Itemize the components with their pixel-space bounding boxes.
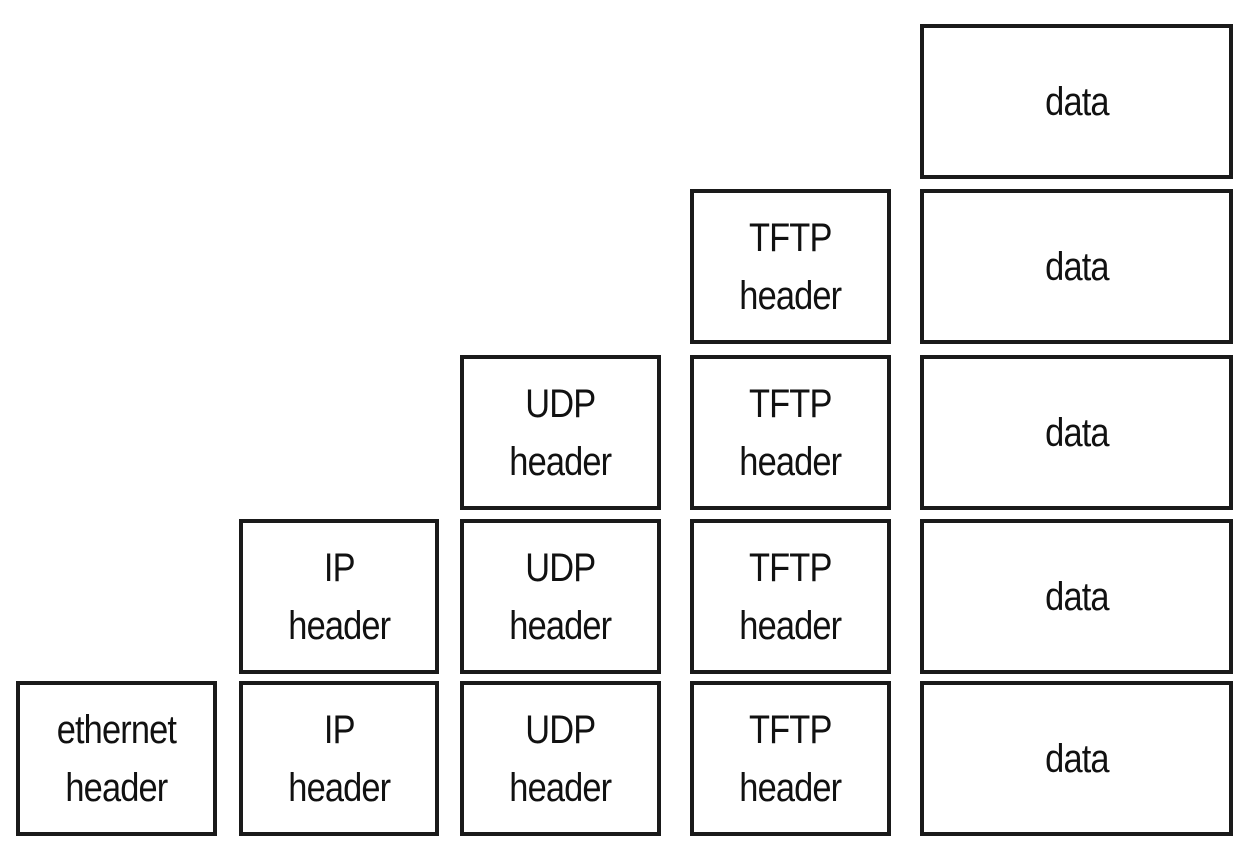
udp-header-label: UDP header — [509, 381, 613, 484]
udp-header-block: UDP header — [460, 355, 661, 510]
tftp-header-label: TFTP header — [739, 545, 843, 648]
encapsulation-diagram: data TFTP header data UDP header TFTP he… — [0, 0, 1257, 849]
data-block: data — [920, 355, 1233, 510]
data-label: data — [1044, 244, 1109, 289]
udp-header-label: UDP header — [509, 545, 613, 648]
udp-header-block: UDP header — [460, 681, 661, 836]
tftp-header-block: TFTP header — [690, 355, 891, 510]
tftp-header-label: TFTP header — [739, 381, 843, 484]
ip-header-label: IP header — [288, 707, 391, 810]
tftp-header-label: TFTP header — [739, 707, 843, 810]
ip-header-block: IP header — [239, 519, 439, 674]
data-label: data — [1044, 574, 1109, 619]
data-block: data — [920, 681, 1233, 836]
ip-header-block: IP header — [239, 681, 439, 836]
tftp-header-block: TFTP header — [690, 189, 891, 344]
tftp-header-label: TFTP header — [739, 215, 843, 318]
data-block: data — [920, 189, 1233, 344]
data-block: data — [920, 519, 1233, 674]
ip-header-label: IP header — [288, 545, 391, 648]
ethernet-header-label: ethernet header — [56, 707, 177, 810]
udp-header-block: UDP header — [460, 519, 661, 674]
tftp-header-block: TFTP header — [690, 519, 891, 674]
data-label: data — [1044, 410, 1109, 455]
data-block: data — [920, 24, 1233, 179]
udp-header-label: UDP header — [509, 707, 613, 810]
ethernet-header-block: ethernet header — [16, 681, 217, 836]
data-label: data — [1044, 79, 1109, 124]
tftp-header-block: TFTP header — [690, 681, 891, 836]
data-label: data — [1044, 736, 1109, 781]
